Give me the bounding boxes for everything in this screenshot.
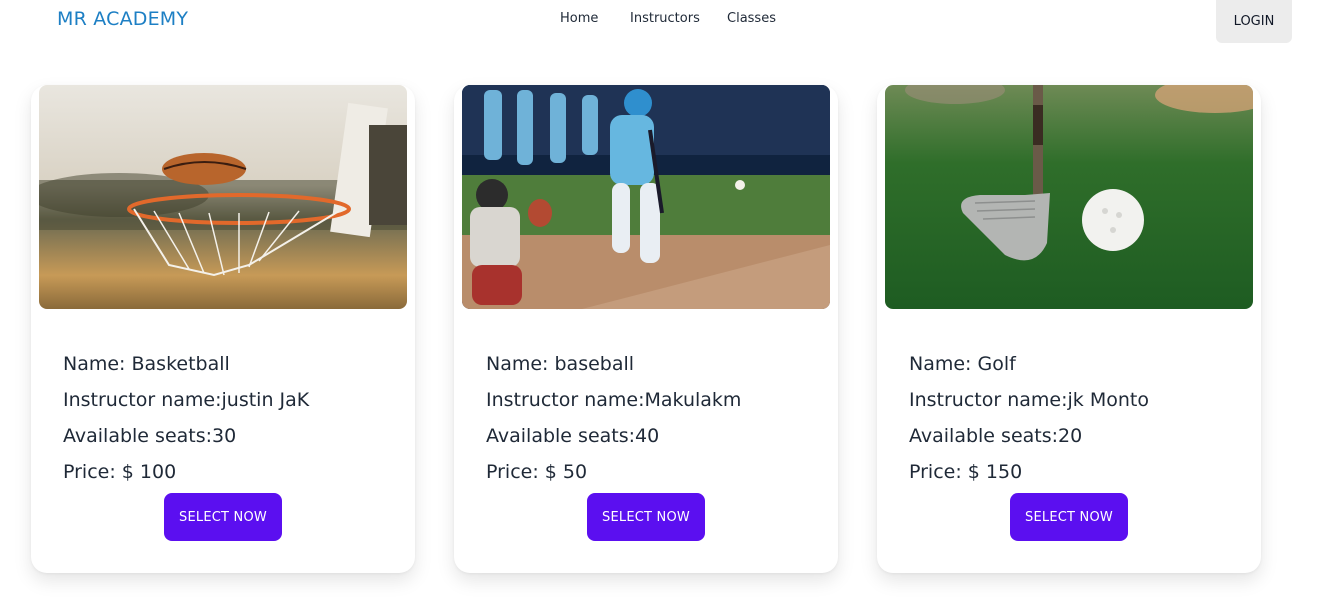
nav-classes-link[interactable]: Classes <box>727 11 776 26</box>
class-price: Price: $ 100 <box>63 461 177 483</box>
navbar: MR ACADEMY Home Instructors Classes LOGI… <box>0 0 1317 44</box>
class-name: Name: Basketball <box>63 353 230 375</box>
available-seats: Available seats:40 <box>486 425 660 447</box>
class-name: Name: Golf <box>909 353 1016 375</box>
brand-logo[interactable]: MR ACADEMY <box>57 8 188 30</box>
instructor-name: Instructor name:jk Monto <box>909 389 1149 411</box>
class-card-baseball: Name: baseball Instructor name:Makulakm … <box>454 85 838 573</box>
available-seats: Available seats:20 <box>909 425 1083 447</box>
login-button[interactable]: LOGIN <box>1216 0 1292 43</box>
available-seats: Available seats:30 <box>63 425 237 447</box>
nav-home-link[interactable]: Home <box>560 11 598 26</box>
basketball-hoop-photo <box>39 85 407 309</box>
select-now-button[interactable]: SELECT NOW <box>587 493 705 541</box>
select-now-button[interactable]: SELECT NOW <box>164 493 282 541</box>
class-card-golf: Name: Golf Instructor name:jk Monto Avai… <box>877 85 1261 573</box>
class-card-basketball: Name: Basketball Instructor name:justin … <box>31 85 415 573</box>
select-now-button[interactable]: SELECT NOW <box>1010 493 1128 541</box>
nav-instructors-link[interactable]: Instructors <box>630 11 700 26</box>
instructor-name: Instructor name:justin JaK <box>63 389 310 411</box>
class-price: Price: $ 50 <box>486 461 588 483</box>
baseball-batter-photo <box>462 85 830 309</box>
instructor-name: Instructor name:Makulakm <box>486 389 742 411</box>
class-price: Price: $ 150 <box>909 461 1023 483</box>
class-name: Name: baseball <box>486 353 635 375</box>
golf-club-ball-photo <box>885 85 1253 309</box>
